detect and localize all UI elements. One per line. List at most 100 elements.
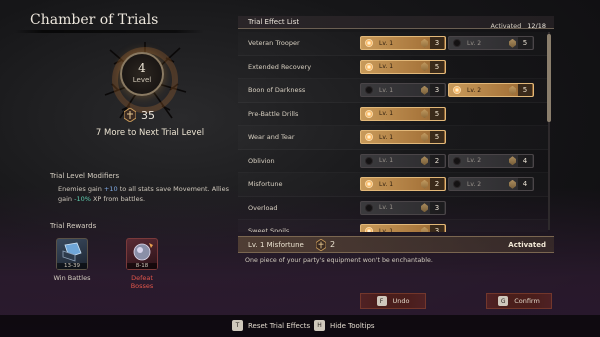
trial-point-icon — [316, 238, 326, 251]
confirm-label: Confirm — [514, 297, 540, 305]
hide-label: Hide Tooltips — [330, 321, 375, 330]
scrollbar-thumb[interactable] — [547, 34, 551, 122]
modifiers-text: Enemies gain +10 to all stats save Movem… — [58, 185, 229, 203]
confirm-button[interactable]: G Confirm — [486, 293, 552, 309]
effect-level-toggle-lv1[interactable]: Lv. 1 5 — [360, 59, 446, 74]
toggle-indicator-icon — [365, 39, 373, 48]
trial-point-icon — [421, 85, 428, 95]
level-label: Lv. 1 — [379, 86, 394, 94]
effect-name: Sweet Spoils — [248, 227, 290, 232]
trial-point-icon — [509, 85, 516, 95]
level-label: Lv. 1 — [379, 204, 394, 212]
effect-level-toggle-lv1[interactable]: Lv. 1 3 — [360, 36, 446, 51]
toggle-indicator-icon — [365, 86, 373, 95]
gem-chest-icon: 13-39 — [56, 238, 88, 270]
undo-label: Undo — [392, 297, 410, 305]
toggle-indicator-icon — [453, 39, 461, 48]
selected-effect: Lv. 1 Misfortune 2 Activated — [238, 236, 554, 253]
trial-point-icon — [421, 156, 428, 166]
effect-level-toggle-lv2[interactable]: Lv. 2 5 — [448, 83, 534, 98]
effect-row[interactable]: Wear and Tear Lv. 1 5 — [238, 126, 548, 150]
level-cost: 4 — [518, 154, 532, 167]
reward-label: Win Battles — [53, 274, 91, 282]
effect-row[interactable]: Misfortune Lv. 1 2 Lv. 2 4 — [238, 173, 548, 197]
trial-point-icon — [509, 38, 516, 48]
level-cost: 3 — [430, 225, 444, 232]
effect-row[interactable]: Sweet Spoils Lv. 1 3 — [238, 220, 548, 232]
trial-point-icon — [421, 62, 428, 72]
trial-point-icon — [509, 156, 516, 166]
effect-row[interactable]: Boon of Darkness Lv. 1 3 Lv. 2 5 — [238, 79, 548, 103]
level-label: Level — [132, 76, 152, 84]
trial-point-icon — [421, 109, 428, 119]
key-t-icon: T — [232, 320, 243, 331]
modifiers-heading: Trial Level Modifiers — [50, 172, 120, 180]
effect-level-toggle-lv1[interactable]: Lv. 1 2 — [360, 177, 446, 192]
level-label: Lv. 1 — [379, 133, 394, 141]
undo-button[interactable]: F Undo — [360, 293, 426, 309]
reward-win-battles[interactable]: 13-39 Win Battles — [50, 238, 94, 282]
toggle-indicator-icon — [365, 227, 373, 232]
effect-name: Extended Recovery — [248, 62, 312, 71]
page-title: Chamber of Trials — [30, 12, 159, 28]
level-cost: 3 — [430, 201, 444, 214]
orb-icon: 8-18 — [126, 238, 158, 270]
level-label: Lv. 2 — [467, 157, 482, 165]
toggle-indicator-icon — [365, 180, 373, 189]
toggle-indicator-icon — [365, 109, 373, 118]
effect-row[interactable]: Veteran Trooper Lv. 1 3 Lv. 2 5 — [238, 32, 548, 56]
key-g-icon: G — [498, 296, 509, 306]
hide-tooltips-hint[interactable]: H Hide Tooltips — [314, 320, 375, 331]
effect-level-toggle-lv1[interactable]: Lv. 1 3 — [360, 224, 446, 232]
effect-name: Misfortune — [248, 180, 283, 189]
reset-label: Reset Trial Effects — [248, 321, 311, 330]
toggle-indicator-icon — [365, 156, 373, 165]
reward-range: 8-18 — [127, 263, 157, 269]
effect-name: Pre-Battle Drills — [248, 109, 299, 118]
effect-level-toggle-lv2[interactable]: Lv. 2 4 — [448, 153, 534, 168]
level-number: 4 — [138, 61, 146, 75]
effect-list-title: Trial Effect List — [248, 18, 300, 26]
effect-row[interactable]: Overload Lv. 1 3 — [238, 197, 548, 220]
effect-row[interactable]: Oblivion Lv. 1 2 Lv. 2 4 — [238, 150, 548, 173]
effect-level-toggle-lv2[interactable]: Lv. 2 5 — [448, 36, 534, 51]
effect-list[interactable]: Veteran Trooper Lv. 1 3 Lv. 2 5 Extended Reco… — [238, 32, 548, 232]
level-label: Lv. 2 — [467, 39, 482, 47]
level-label: Lv. 1 — [379, 39, 394, 47]
effect-row[interactable]: Pre-Battle Drills Lv. 1 5 — [238, 103, 548, 126]
level-label: Lv. 1 — [379, 157, 394, 165]
reward-defeat-bosses[interactable]: 8-18 Defeat Bosses — [120, 238, 164, 290]
selected-effect-description: One piece of your party's equipment won'… — [245, 257, 433, 264]
effect-level-toggle-lv1[interactable]: Lv. 1 5 — [360, 106, 446, 121]
level-cost: 5 — [430, 131, 444, 144]
level-cost: 5 — [518, 37, 532, 50]
effect-level-toggle-lv1[interactable]: Lv. 1 5 — [360, 130, 446, 145]
level-cost: 5 — [518, 84, 532, 97]
level-cost: 5 — [430, 107, 444, 120]
key-h-icon: H — [314, 320, 325, 331]
level-label: Lv. 1 — [379, 180, 394, 188]
title-underline — [14, 30, 204, 33]
toggle-indicator-icon — [365, 62, 373, 71]
effect-list-header: Trial Effect List Activated 12/18 — [238, 16, 554, 30]
level-label: Lv. 1 — [379, 110, 394, 118]
effect-row[interactable]: Extended Recovery Lv. 1 5 — [238, 56, 548, 79]
toggle-indicator-icon — [453, 180, 461, 189]
effect-level-toggle-lv2[interactable]: Lv. 2 4 — [448, 177, 534, 192]
trial-point-icon — [421, 38, 428, 48]
effect-level-toggle-lv1[interactable]: Lv. 1 3 — [360, 200, 446, 215]
selected-effect-cost: 2 — [330, 240, 336, 249]
effect-name: Oblivion — [248, 156, 275, 165]
trial-level-badge: 4 Level — [120, 52, 164, 96]
selected-effect-name: Lv. 1 Misfortune — [248, 240, 304, 249]
trial-point-icon — [421, 179, 428, 189]
level-cost: 2 — [430, 178, 444, 191]
effect-level-toggle-lv1[interactable]: Lv. 1 2 — [360, 153, 446, 168]
effect-level-toggle-lv1[interactable]: Lv. 1 3 — [360, 83, 446, 98]
trial-point-icon — [421, 203, 428, 213]
level-label: Lv. 1 — [379, 227, 394, 232]
reset-trial-effects-hint[interactable]: T Reset Trial Effects — [232, 320, 310, 331]
level-cost: 5 — [430, 60, 444, 73]
level-cost: 2 — [430, 154, 444, 167]
reward-label: Defeat Bosses — [130, 274, 154, 290]
